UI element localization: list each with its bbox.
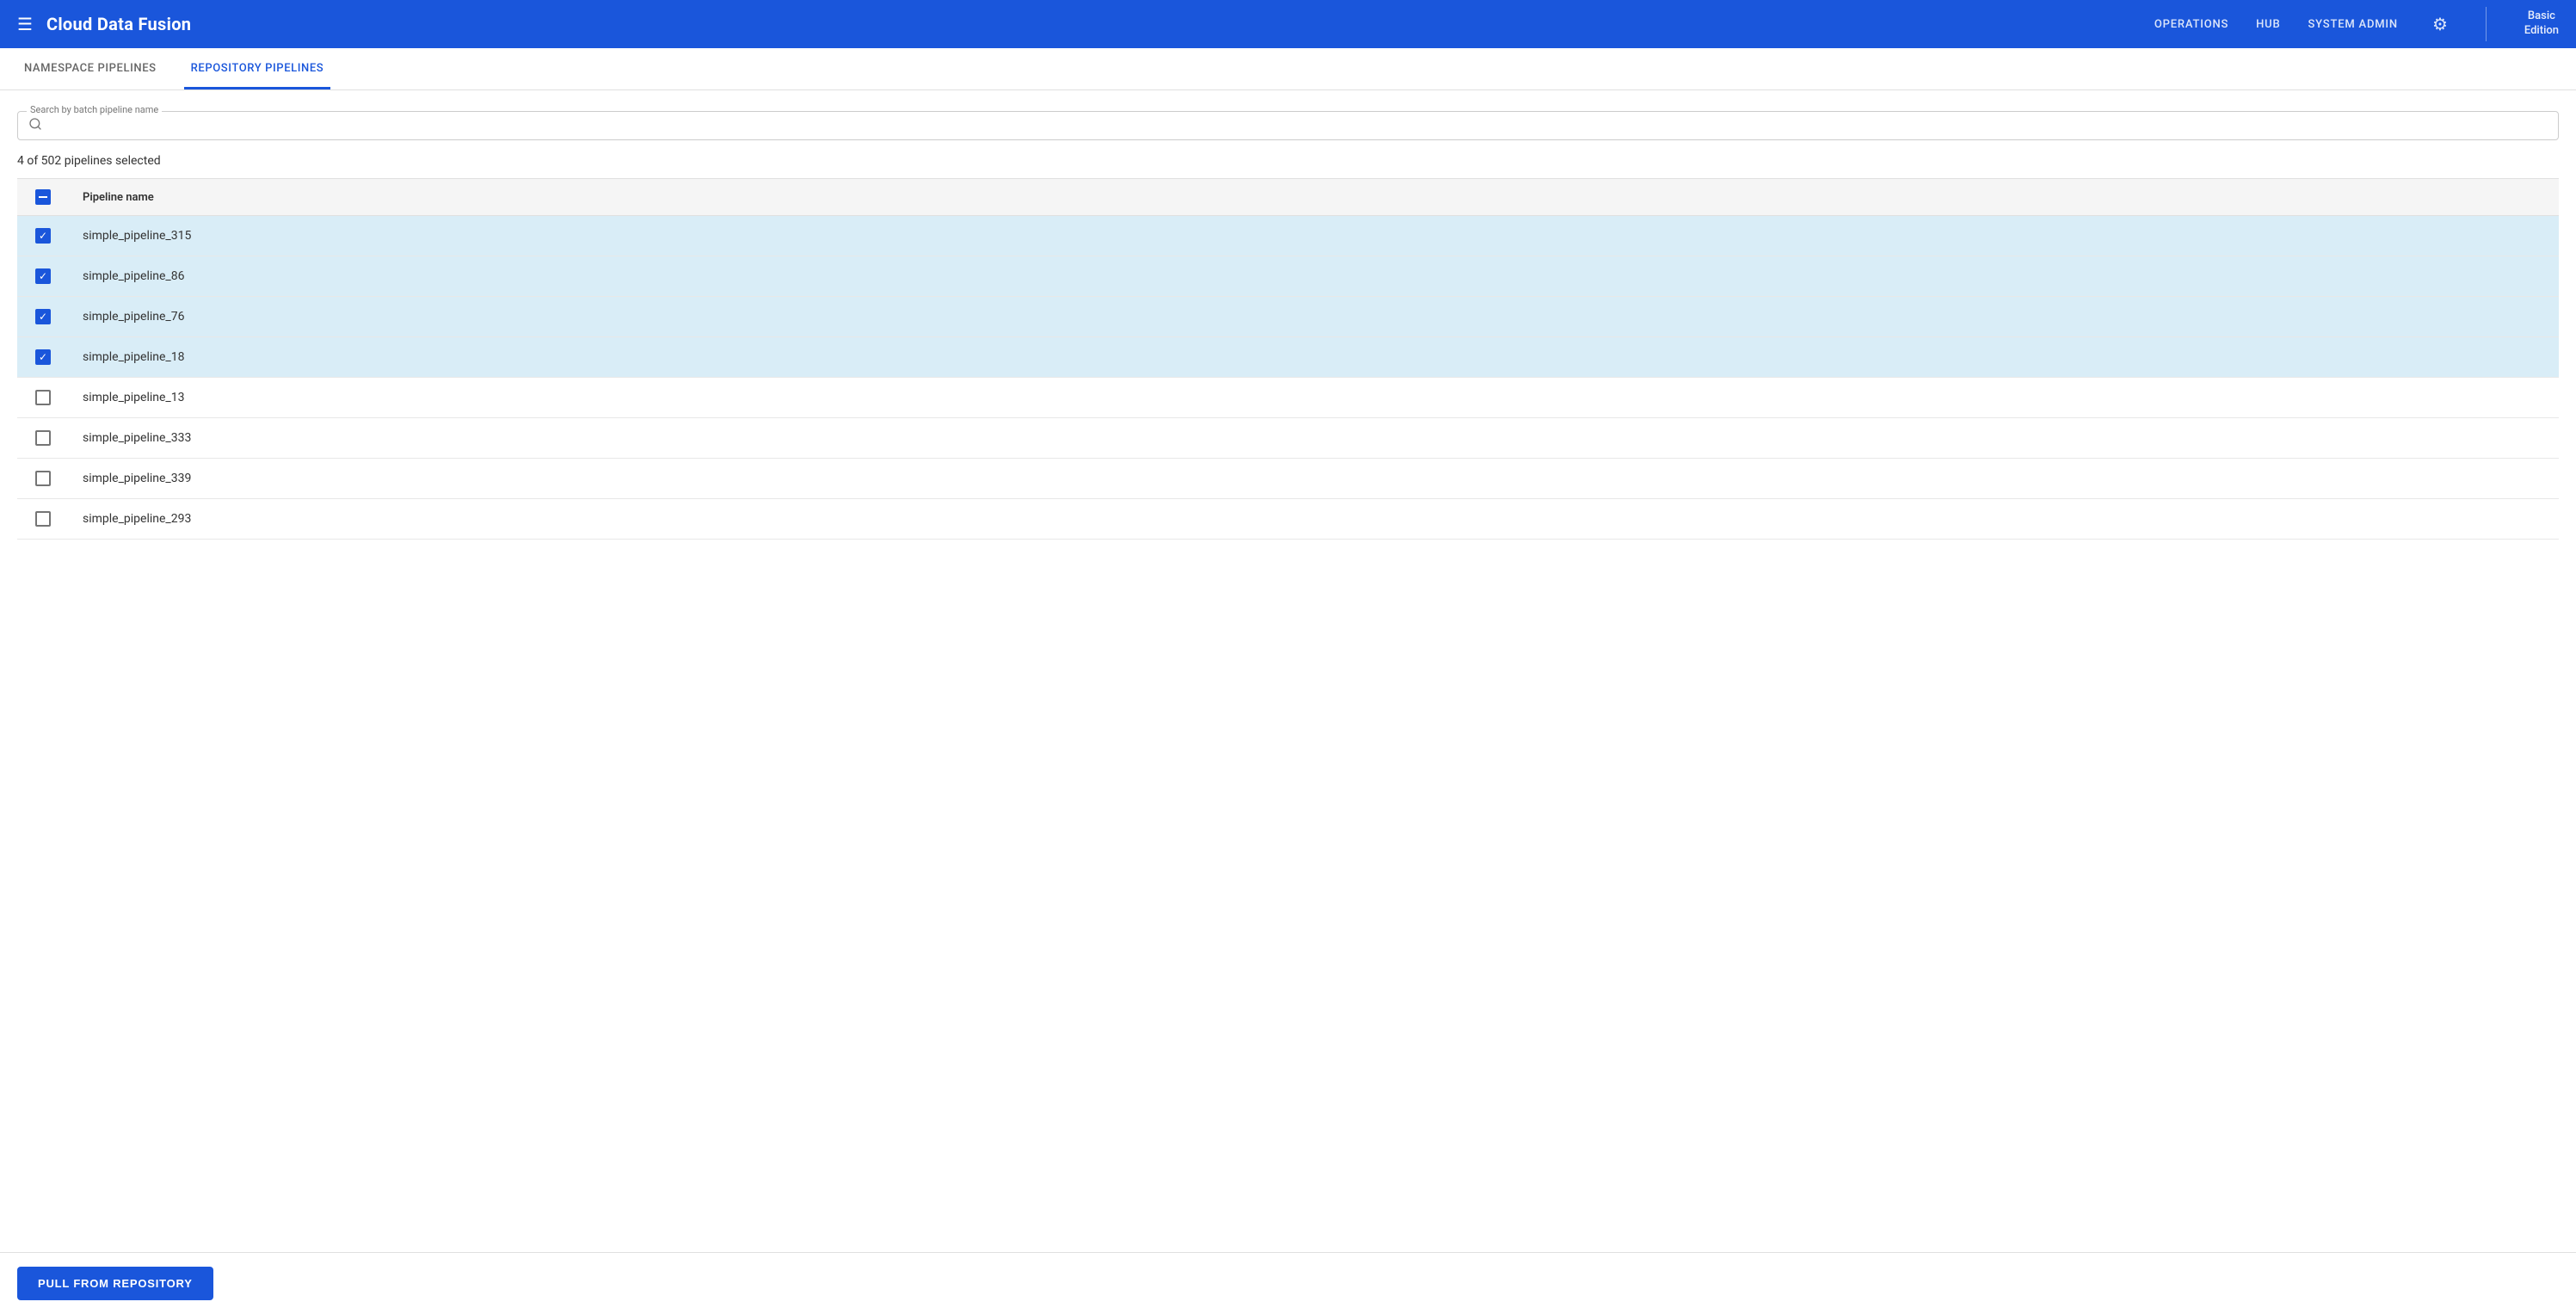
pipeline-name-cell: simple_pipeline_86: [69, 256, 2559, 297]
tab-repository-pipelines[interactable]: REPOSITORY PIPELINES: [184, 48, 331, 89]
row-checkbox-cell[interactable]: ✓: [17, 337, 69, 378]
row-checkbox-cell[interactable]: [17, 499, 69, 540]
main-content: Search by batch pipeline name 4 of 502 p…: [0, 90, 2576, 560]
footer-bar: PULL FROM REPOSITORY: [0, 1252, 2576, 1314]
row-checkbox[interactable]: [35, 430, 51, 446]
pipeline-name-cell: simple_pipeline_18: [69, 337, 2559, 378]
table-row: simple_pipeline_333: [17, 418, 2559, 459]
edition-badge: Basic Edition: [2524, 9, 2559, 39]
row-checkbox[interactable]: [35, 511, 51, 527]
row-checkbox[interactable]: [35, 471, 51, 486]
pipeline-table: Pipeline name ✓ simple_pipeline_315 ✓ simpl…: [17, 178, 2559, 540]
tabs-bar: NAMESPACE PIPELINES REPOSITORY PIPELINES: [0, 48, 2576, 90]
pipeline-tbody: ✓simple_pipeline_315✓simple_pipeline_86✓…: [17, 216, 2559, 540]
search-wrapper: Search by batch pipeline name: [17, 111, 2559, 140]
pipeline-name-cell: simple_pipeline_333: [69, 418, 2559, 459]
table-row: simple_pipeline_339: [17, 459, 2559, 499]
pipeline-name-cell: simple_pipeline_76: [69, 297, 2559, 337]
search-icon: [28, 117, 42, 134]
pull-from-repository-button[interactable]: PULL FROM REPOSITORY: [17, 1267, 213, 1300]
table-row: ✓ simple_pipeline_86: [17, 256, 2559, 297]
gear-icon[interactable]: ⚙: [2432, 14, 2448, 34]
row-checkbox[interactable]: [35, 390, 51, 405]
row-checkbox[interactable]: ✓: [35, 228, 51, 244]
selected-count: 4 of 502 pipelines selected: [17, 154, 2559, 168]
search-input[interactable]: [49, 119, 2548, 133]
select-all-header[interactable]: [17, 179, 69, 216]
table-header-row: Pipeline name: [17, 179, 2559, 216]
row-checkbox-cell[interactable]: [17, 378, 69, 418]
pipeline-name-cell: simple_pipeline_13: [69, 378, 2559, 418]
pipeline-name-cell: simple_pipeline_293: [69, 499, 2559, 540]
row-checkbox-cell[interactable]: [17, 418, 69, 459]
pipeline-name-cell: simple_pipeline_339: [69, 459, 2559, 499]
pipeline-name-cell: simple_pipeline_315: [69, 216, 2559, 256]
row-checkbox-cell[interactable]: ✓: [17, 256, 69, 297]
row-checkbox[interactable]: ✓: [35, 309, 51, 324]
tab-namespace-pipelines[interactable]: NAMESPACE PIPELINES: [17, 48, 163, 89]
search-label: Search by batch pipeline name: [27, 104, 162, 115]
table-row: simple_pipeline_13: [17, 378, 2559, 418]
row-checkbox-cell[interactable]: ✓: [17, 216, 69, 256]
header-divider: [2486, 7, 2487, 41]
header-nav: OPERATIONS HUB SYSTEM ADMIN ⚙ Basic Edit…: [2154, 7, 2559, 41]
select-all-checkbox[interactable]: [35, 189, 51, 205]
table-row: simple_pipeline_293: [17, 499, 2559, 540]
row-checkbox-cell[interactable]: [17, 459, 69, 499]
nav-hub[interactable]: HUB: [2256, 18, 2280, 31]
table-row: ✓ simple_pipeline_315: [17, 216, 2559, 256]
row-checkbox-cell[interactable]: ✓: [17, 297, 69, 337]
search-input-row: [18, 112, 2558, 139]
row-checkbox[interactable]: ✓: [35, 268, 51, 284]
nav-system-admin[interactable]: SYSTEM ADMIN: [2308, 18, 2398, 31]
row-checkbox[interactable]: ✓: [35, 349, 51, 365]
table-row: ✓ simple_pipeline_76: [17, 297, 2559, 337]
app-header: ☰ Cloud Data Fusion OPERATIONS HUB SYSTE…: [0, 0, 2576, 48]
nav-operations[interactable]: OPERATIONS: [2154, 18, 2228, 31]
menu-icon[interactable]: ☰: [17, 15, 33, 33]
table-row: ✓ simple_pipeline_18: [17, 337, 2559, 378]
app-logo: Cloud Data Fusion: [46, 14, 2154, 34]
pipeline-name-header: Pipeline name: [69, 179, 2559, 216]
